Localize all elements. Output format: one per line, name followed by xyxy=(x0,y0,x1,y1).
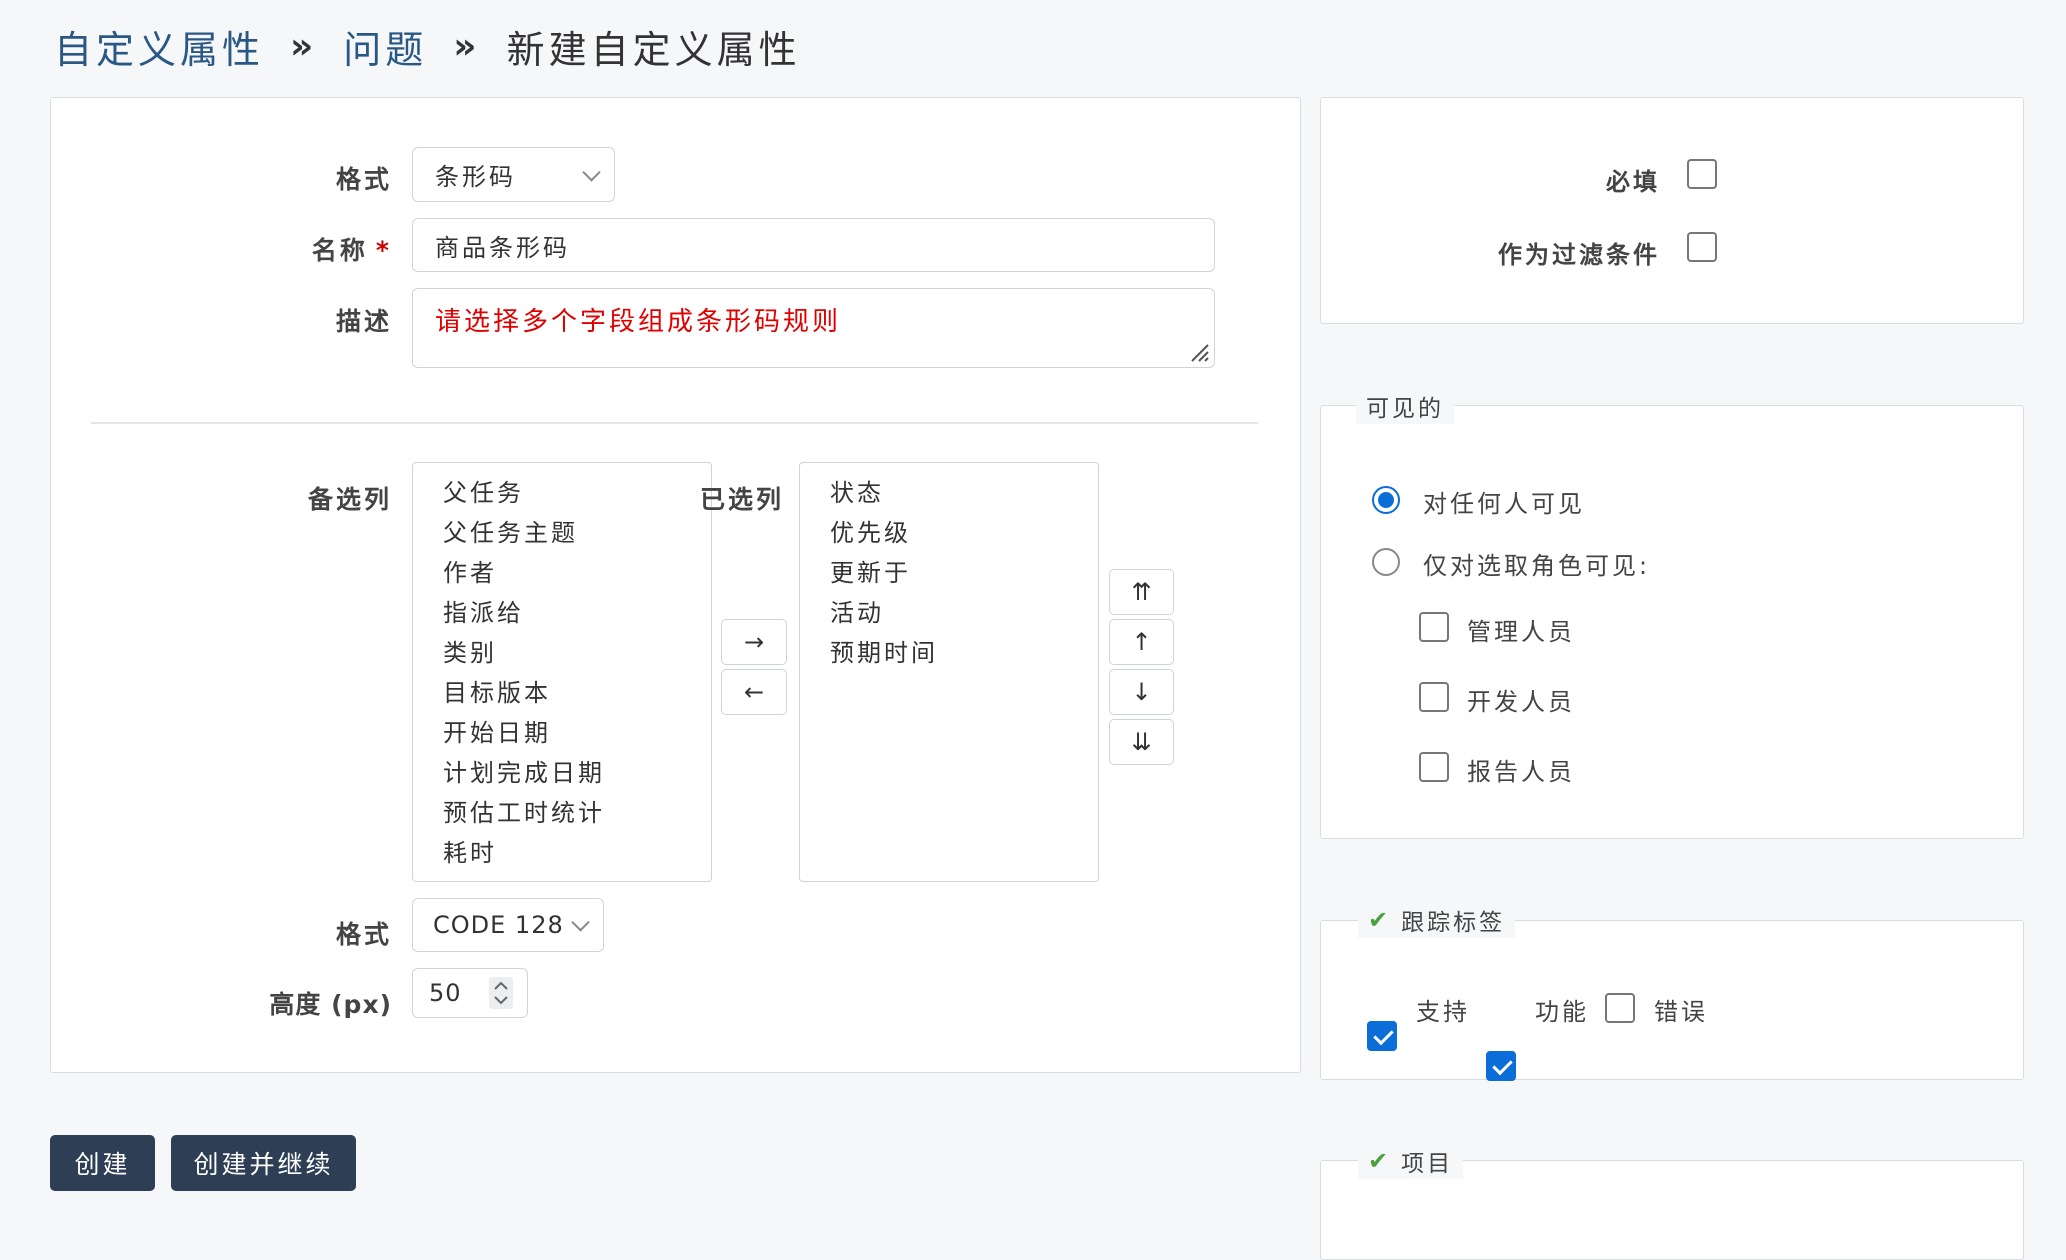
page-title: 新建自定义属性 xyxy=(506,27,801,72)
projects-legend: ✔ 项目 xyxy=(1358,1143,1464,1179)
list-item[interactable]: 优先级 xyxy=(800,513,1098,553)
name-label: 名称 * xyxy=(250,231,392,267)
tracker-checkbox-feature[interactable] xyxy=(1486,1051,1516,1081)
role-checkbox-developers[interactable] xyxy=(1419,682,1449,712)
role-label-reporters[interactable]: 报告人员 xyxy=(1467,752,1575,787)
list-item[interactable]: 作者 xyxy=(413,553,711,593)
height-label: 高度 (px) xyxy=(269,990,392,1019)
breadcrumb-separator: » xyxy=(453,25,481,67)
format-select-value: 条形码 xyxy=(435,163,516,191)
breadcrumb-separator: » xyxy=(290,25,318,67)
move-up-button[interactable]: ↑ xyxy=(1109,619,1174,665)
description-textarea[interactable]: 请选择多个字段组成条形码规则 xyxy=(412,288,1215,368)
selected-columns-label: 已选列 xyxy=(700,485,785,514)
list-item[interactable]: 父任务 xyxy=(413,473,711,513)
number-stepper-icon[interactable] xyxy=(489,977,513,1009)
resize-handle-icon[interactable] xyxy=(1188,341,1210,363)
barcode-format-select[interactable]: CODE 128 xyxy=(412,898,604,952)
tracker-label-bug[interactable]: 错误 xyxy=(1654,992,1708,1027)
breadcrumb-link-issues[interactable]: 问题 xyxy=(343,19,427,74)
tracker-label-support[interactable]: 支持 xyxy=(1416,992,1470,1027)
description-label: 描述 xyxy=(335,307,392,336)
barcode-format-label: 格式 xyxy=(335,920,392,949)
list-item[interactable]: 父任务主题 xyxy=(413,513,711,553)
visible-anyone-radio[interactable] xyxy=(1372,486,1400,514)
divider xyxy=(91,422,1258,424)
breadcrumb: 自定义属性 » 问题 » 新建自定义属性 xyxy=(54,18,801,74)
filter-checkbox[interactable] xyxy=(1687,232,1717,262)
trackers-legend: ✔ 跟踪标签 xyxy=(1358,902,1516,938)
role-label-managers[interactable]: 管理人员 xyxy=(1467,612,1575,647)
list-item[interactable]: 指派给 xyxy=(413,593,711,633)
create-continue-button[interactable]: 创建并继续 xyxy=(171,1135,356,1191)
checkmark-icon[interactable]: ✔ xyxy=(1368,1147,1391,1175)
required-checkbox[interactable] xyxy=(1687,159,1717,189)
available-columns-list[interactable]: 父任务 父任务主题 作者 指派给 类别 目标版本 开始日期 计划完成日期 预估工… xyxy=(412,462,712,882)
format-label: 格式 xyxy=(335,165,392,194)
move-left-button[interactable]: ← xyxy=(721,669,787,715)
list-item[interactable]: 状态 xyxy=(800,473,1098,513)
name-input[interactable]: 商品条形码 xyxy=(412,218,1215,272)
tracker-checkbox-support[interactable] xyxy=(1367,1021,1397,1051)
list-item[interactable]: 预期时间 xyxy=(800,633,1098,673)
selected-columns-list[interactable]: 状态 优先级 更新于 活动 预期时间 xyxy=(799,462,1099,882)
breadcrumb-link-custom-fields[interactable]: 自定义属性 xyxy=(54,19,264,74)
role-label-developers[interactable]: 开发人员 xyxy=(1467,682,1575,717)
list-item[interactable]: 类别 xyxy=(413,633,711,673)
trackers-legend-text: 跟踪标签 xyxy=(1401,910,1506,936)
list-item[interactable]: 计划完成日期 xyxy=(413,753,711,793)
filter-label: 作为过滤条件 xyxy=(1498,241,1660,269)
move-down-button[interactable]: ↓ xyxy=(1109,669,1174,715)
height-value: 50 xyxy=(429,979,462,1007)
list-item[interactable]: 更新于 xyxy=(800,553,1098,593)
name-input-value: 商品条形码 xyxy=(435,233,570,262)
list-item[interactable]: 耗时 xyxy=(413,833,711,873)
visible-roles-label[interactable]: 仅对选取角色可见: xyxy=(1423,546,1650,581)
required-label: 必填 xyxy=(1606,168,1660,196)
format-select[interactable]: 条形码 xyxy=(412,147,615,202)
description-value: 请选择多个字段组成条形码规则 xyxy=(435,307,842,337)
list-item[interactable]: 开始日期 xyxy=(413,713,711,753)
tracker-checkbox-bug[interactable] xyxy=(1605,993,1635,1023)
barcode-format-value: CODE 128 xyxy=(433,911,564,939)
move-top-button[interactable]: ⇈ xyxy=(1109,569,1174,615)
available-columns-label: 备选列 xyxy=(307,485,392,514)
move-right-button[interactable]: → xyxy=(721,619,787,665)
required-marker: * xyxy=(375,236,392,265)
visibility-legend: 可见的 xyxy=(1356,388,1454,424)
list-item[interactable]: 预估工时统计 xyxy=(413,793,711,833)
visible-roles-radio[interactable] xyxy=(1372,548,1400,576)
list-item[interactable]: 活动 xyxy=(800,593,1098,633)
list-item[interactable]: 目标版本 xyxy=(413,673,711,713)
tracker-label-feature[interactable]: 功能 xyxy=(1535,992,1589,1027)
options-panel xyxy=(1320,97,2024,324)
projects-legend-text: 项目 xyxy=(1401,1151,1454,1177)
role-checkbox-reporters[interactable] xyxy=(1419,752,1449,782)
chevron-down-icon xyxy=(571,913,590,932)
move-bottom-button[interactable]: ⇊ xyxy=(1109,719,1174,765)
role-checkbox-managers[interactable] xyxy=(1419,612,1449,642)
name-label-text: 名称 xyxy=(311,236,368,265)
visible-anyone-label[interactable]: 对任何人可见 xyxy=(1423,484,1585,519)
chevron-down-icon xyxy=(582,162,601,182)
height-input[interactable]: 50 xyxy=(412,968,528,1018)
checkmark-icon[interactable]: ✔ xyxy=(1368,906,1391,934)
create-button[interactable]: 创建 xyxy=(50,1135,155,1191)
